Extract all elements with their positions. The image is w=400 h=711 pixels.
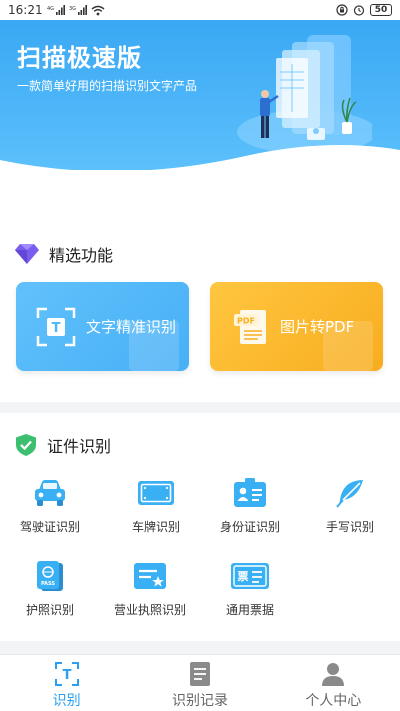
text-recognition-card[interactable]: T 文字精准识别 [16, 282, 189, 371]
certificate-title: 证件识别 [47, 437, 112, 456]
receipt-item[interactable]: 票 通用票据 [200, 558, 300, 618]
svg-text:T: T [52, 321, 61, 336]
signal-1-text: 4G [47, 6, 54, 12]
hero-banner[interactable]: 扫描极速版 一款简单好用的扫描识别文字产品 [0, 20, 400, 170]
handwriting-item[interactable]: 手写识别 [300, 475, 400, 535]
business-license-item[interactable]: 营业执照识别 [100, 558, 200, 618]
bottom-navigation: T 识别 识别记录 个人中心 [0, 654, 400, 711]
tab-recognize-label: 识别 [52, 693, 81, 709]
id-card-item[interactable]: 身份证识别 [200, 475, 300, 535]
receipt-label: 通用票据 [225, 603, 274, 617]
certificate-section: 证件识别 驾驶证识别 车牌识别 身份证识别 手写识别 PASS 护照识别 营业执… [0, 413, 400, 641]
id-card-icon [230, 475, 270, 511]
status-right: 50 [336, 4, 392, 16]
featured-header: 精选功能 [15, 242, 113, 266]
app-screen: 16:21 4G 3G 50 扫描极速版 一款简单好用的扫描识别文字产品 精选功… [0, 0, 400, 711]
passport-icon: PASS [30, 558, 70, 594]
id-card-label: 身份证识别 [219, 520, 280, 534]
svg-text:T: T [62, 668, 71, 683]
feather-icon [330, 475, 370, 511]
status-time: 16:21 [8, 3, 43, 17]
card-decoration [129, 321, 179, 371]
business-license-icon [130, 558, 170, 594]
banner-title: 扫描极速版 [17, 44, 142, 72]
business-license-label: 营业执照识别 [113, 603, 186, 617]
car-icon [30, 475, 70, 511]
tab-recognize[interactable]: T 识别 [0, 655, 133, 711]
license-plate-icon [136, 475, 176, 511]
banner-subtitle: 一款简单好用的扫描识别文字产品 [17, 79, 198, 93]
driver-license-label: 驾驶证识别 [19, 520, 80, 534]
status-left: 16:21 4G 3G [8, 3, 105, 17]
driver-license-item[interactable]: 驾驶证识别 [0, 475, 100, 535]
passport-item[interactable]: PASS 护照识别 [0, 558, 100, 618]
person-icon [322, 663, 345, 686]
card-decoration [323, 321, 373, 371]
ocr-tab-icon: T [54, 662, 79, 686]
wifi-icon [91, 5, 105, 15]
pdf-icon: PDF [230, 306, 270, 348]
receipt-icon: 票 [230, 558, 270, 594]
battery-indicator: 50 [370, 4, 392, 16]
banner-wave-decoration [0, 145, 400, 170]
svg-text:PASS: PASS [41, 581, 55, 587]
tab-history-label: 识别记录 [171, 693, 228, 709]
cellular-signal-2-icon: 3G [69, 5, 87, 15]
document-icon [189, 662, 210, 686]
featured-section: 精选功能 T 文字精准识别 PDF [0, 220, 400, 402]
diamond-icon [15, 244, 39, 264]
shield-check-icon [16, 434, 36, 456]
cellular-signal-icon: 4G [47, 5, 65, 15]
tab-history[interactable]: 识别记录 [133, 655, 266, 711]
license-plate-item[interactable]: 车牌识别 [106, 475, 206, 535]
tab-profile[interactable]: 个人中心 [267, 655, 400, 711]
banner-spacer [0, 170, 400, 225]
signal-2-text: 3G [69, 6, 76, 12]
text-scan-icon: T [36, 307, 76, 347]
lock-rotation-icon [336, 4, 348, 16]
handwriting-label: 手写识别 [325, 520, 374, 534]
alarm-icon [353, 5, 365, 16]
status-bar: 16:21 4G 3G 50 [0, 0, 400, 20]
svg-text:票: 票 [238, 570, 249, 583]
svg-text:PDF: PDF [237, 316, 255, 325]
license-plate-label: 车牌识别 [131, 520, 180, 534]
certificate-header: 证件识别 [15, 433, 111, 457]
passport-label: 护照识别 [25, 603, 74, 617]
featured-title: 精选功能 [49, 246, 114, 265]
image-to-pdf-card[interactable]: PDF 图片转PDF [210, 282, 383, 371]
tab-profile-label: 个人中心 [305, 693, 362, 709]
